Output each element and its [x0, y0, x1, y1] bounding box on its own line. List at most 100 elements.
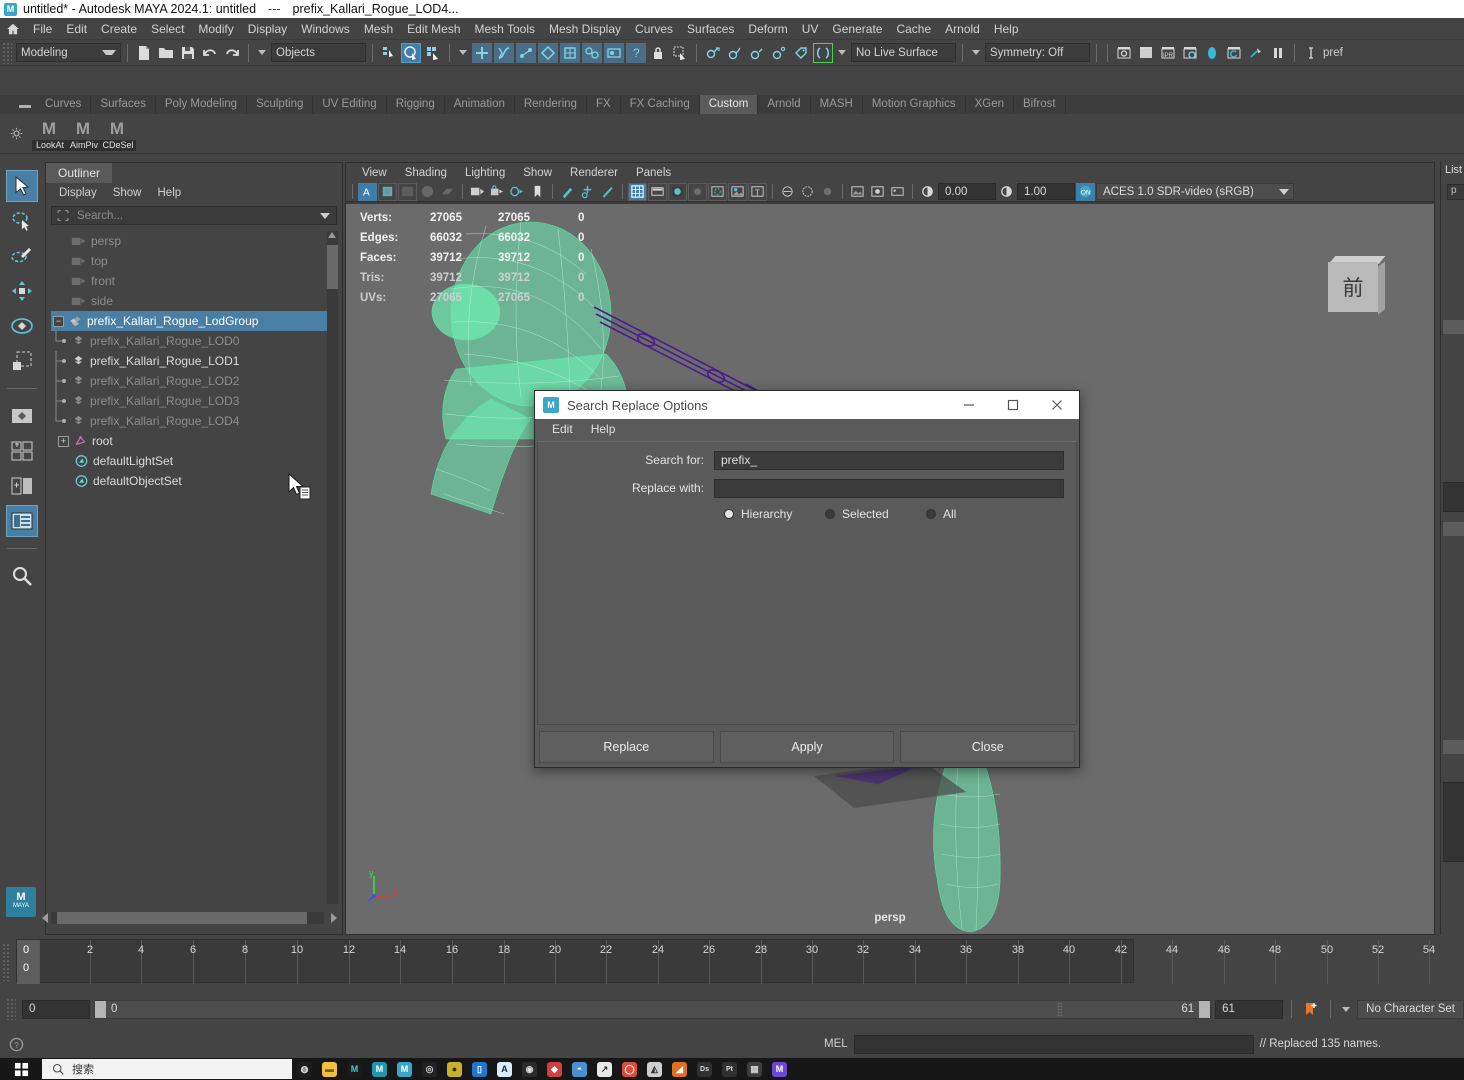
home-icon[interactable]: [0, 22, 26, 36]
shelf-tab-motion-graphics[interactable]: Motion Graphics: [862, 95, 966, 114]
menu-set-selector[interactable]: Modeling: [16, 43, 121, 62]
shelf-tab-custom[interactable]: Custom: [699, 95, 759, 114]
shelf-tab-rendering[interactable]: Rendering: [514, 95, 587, 114]
snap-curve-icon[interactable]: [494, 42, 514, 63]
color-space-selector[interactable]: ACES 1.0 SDR-video (sRGB): [1096, 183, 1294, 200]
apply-button[interactable]: Apply: [719, 731, 895, 763]
select-camera-icon[interactable]: A: [358, 182, 377, 201]
symmetry-chevron-icon[interactable]: [972, 50, 980, 55]
shelf-tab-sculpting[interactable]: Sculpting: [247, 95, 314, 114]
tree-item-lod4[interactable]: prefix_Kallari_Rogue_LOD4: [51, 411, 329, 431]
gamma-wheel-icon[interactable]: [997, 183, 1016, 201]
add-key-icon[interactable]: [1300, 999, 1322, 1019]
tree-item-lod0[interactable]: prefix_Kallari_Rogue_LOD0: [51, 331, 329, 351]
lock-icon[interactable]: [648, 43, 668, 63]
close-button[interactable]: Close: [900, 731, 1076, 763]
attribute-editor-tab[interactable]: List: [1445, 164, 1462, 176]
attr-button-3[interactable]: [1443, 740, 1464, 754]
exposure-control-icon[interactable]: [868, 183, 887, 201]
scale-tool[interactable]: [6, 345, 38, 377]
select-hierarchy-icon[interactable]: [379, 43, 399, 63]
dialog-menu-edit[interactable]: Edit: [545, 421, 580, 437]
construction-history-icon[interactable]: [703, 43, 723, 63]
range-start-field[interactable]: 0: [22, 999, 90, 1019]
maya-app-icon-2[interactable]: M: [367, 1058, 392, 1080]
taskbar-search-box[interactable]: 搜索: [42, 1059, 292, 1079]
textured-icon[interactable]: [708, 182, 727, 201]
tree-item-lod3[interactable]: prefix_Kallari_Rogue_LOD3: [51, 391, 329, 411]
attribute-name-field[interactable]: p: [1447, 184, 1464, 200]
outliner-menu-show[interactable]: Show: [106, 186, 149, 200]
image-plane-icon[interactable]: [888, 183, 907, 201]
menu-edit[interactable]: Edit: [59, 19, 94, 39]
xray-icon[interactable]: [778, 183, 797, 201]
menu-mesh-tools[interactable]: Mesh Tools: [468, 19, 542, 39]
cortana-icon[interactable]: ◍: [292, 1058, 317, 1080]
menu-create[interactable]: Create: [94, 19, 144, 39]
tree-item-defaultobjectset[interactable]: defaultObjectSet: [51, 471, 329, 491]
windows-start-icon[interactable]: [0, 1058, 42, 1080]
shelf-tab-surfaces[interactable]: Surfaces: [91, 95, 156, 114]
substance-icon[interactable]: ◎: [417, 1058, 442, 1080]
menu-cache[interactable]: Cache: [889, 19, 938, 39]
camera-bookmark-icon[interactable]: [508, 183, 527, 201]
zbrush-icon[interactable]: ●: [442, 1058, 467, 1080]
shelf-tab-poly-modeling[interactable]: Poly Modeling: [155, 95, 248, 114]
select-component-icon[interactable]: [423, 43, 443, 63]
two-pane-layout[interactable]: [6, 470, 38, 502]
dialog-titlebar[interactable]: M Search Replace Options: [535, 391, 1079, 419]
paint-select-tool[interactable]: [6, 240, 38, 272]
tag-icon[interactable]: [791, 43, 811, 63]
select-constrain-icon[interactable]: [670, 43, 690, 63]
unreal-icon[interactable]: ▯: [467, 1058, 492, 1080]
shelf-tab-animation[interactable]: Animation: [444, 95, 515, 114]
scrollbar-thumb[interactable]: [327, 245, 338, 289]
tree-item-lod1[interactable]: prefix_Kallari_Rogue_LOD1: [51, 351, 329, 371]
use-lights-icon[interactable]: [728, 182, 747, 201]
tree-item-defaultlightset[interactable]: defaultLightSet: [51, 451, 329, 471]
add-key-viewport-icon[interactable]: [578, 183, 597, 201]
grease-pencil-icon[interactable]: [558, 183, 577, 201]
maya-app-icon-3[interactable]: M: [392, 1058, 417, 1080]
menu-help[interactable]: Help: [987, 19, 1026, 39]
shelf-button-aimpiv[interactable]: M AimPiv: [66, 116, 102, 152]
menu-modify[interactable]: Modify: [191, 19, 240, 39]
viewport-menu-panels[interactable]: Panels: [628, 166, 679, 180]
pause-icon[interactable]: [1268, 43, 1288, 63]
make-live-icon[interactable]: [813, 42, 833, 63]
replace-with-field[interactable]: [714, 478, 1064, 498]
selection-mask-selector[interactable]: Objects: [271, 43, 366, 62]
shaded-sphere-icon[interactable]: [668, 182, 687, 201]
selection-filter-icon[interactable]: [54, 208, 72, 224]
range-handle-right[interactable]: [1199, 1000, 1211, 1018]
maximize-icon[interactable]: [991, 391, 1035, 419]
lasso-select-tool[interactable]: [6, 205, 38, 237]
tree-item-side[interactable]: side: [51, 291, 329, 311]
timeline-grip[interactable]: [2, 943, 10, 981]
blender-icon[interactable]: ◓: [567, 1058, 592, 1080]
tree-item-lod2[interactable]: prefix_Kallari_Rogue_LOD2: [51, 371, 329, 391]
render-sequence-icon[interactable]: [1136, 43, 1156, 63]
hypershade-icon[interactable]: [1202, 43, 1222, 63]
maya-app-icon[interactable]: M: [342, 1058, 367, 1080]
collapse-expander-icon[interactable]: −: [53, 315, 64, 327]
command-language-label[interactable]: MEL: [824, 1038, 848, 1050]
range-end-field[interactable]: 61: [1215, 999, 1284, 1019]
file-explorer-icon[interactable]: ▬: [317, 1058, 342, 1080]
wireframe-icon[interactable]: [628, 182, 647, 201]
shelf-tab-xgen[interactable]: XGen: [965, 95, 1014, 114]
gear-icon[interactable]: [0, 127, 32, 140]
exposure-wheel-icon[interactable]: [918, 183, 937, 201]
chevron-down-icon[interactable]: [320, 212, 330, 219]
outliner-horizontal-scrollbar[interactable]: [42, 912, 337, 924]
viewport-menu-renderer[interactable]: Renderer: [562, 166, 626, 180]
snap-point-icon[interactable]: [516, 42, 536, 63]
knife-icon[interactable]: ◭: [642, 1058, 667, 1080]
symmetry-field[interactable]: Symmetry: Off: [985, 43, 1090, 62]
attr-button-2[interactable]: [1443, 522, 1464, 536]
tree-item-top[interactable]: top: [51, 251, 329, 271]
xray-active-comp-icon[interactable]: [818, 183, 837, 201]
time-slider-track[interactable]: 0 0 2 4 6 8 10 12 14 16 18 20 22 24 26 2…: [16, 939, 1435, 984]
undo-icon[interactable]: [200, 43, 220, 63]
render-view-icon[interactable]: [1224, 43, 1244, 63]
